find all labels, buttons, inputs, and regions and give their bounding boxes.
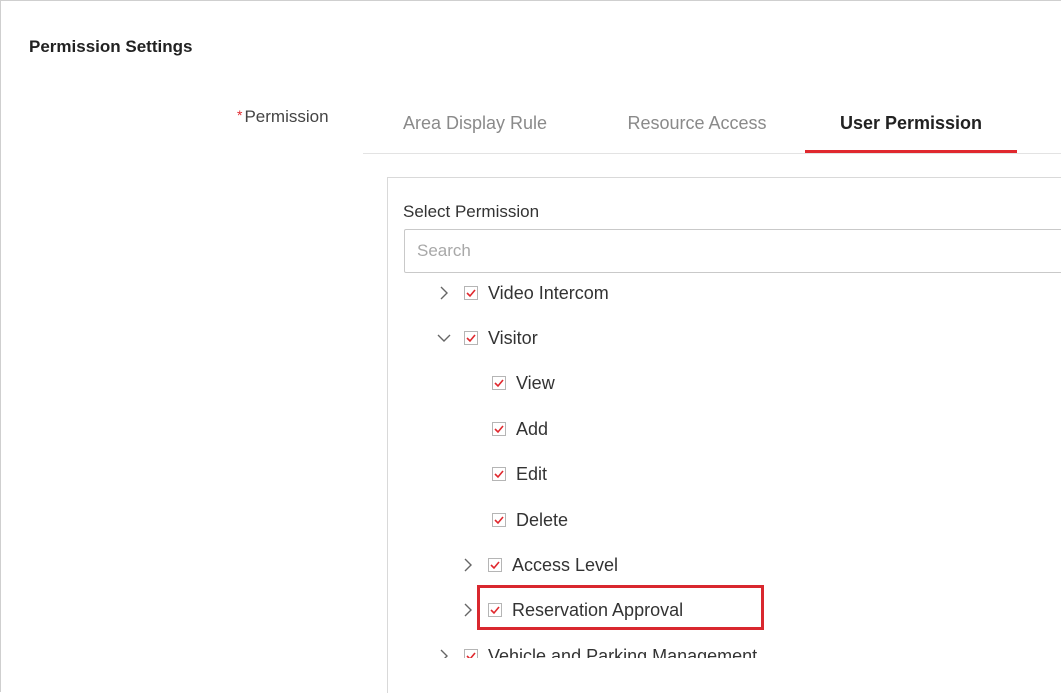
tree-node-label: Vehicle and Parking Management bbox=[488, 645, 758, 659]
tree-node-video-intercom[interactable]: Video Intercom bbox=[436, 282, 609, 307]
search-input[interactable] bbox=[404, 229, 1061, 273]
tree-node-label: Edit bbox=[516, 463, 548, 484]
chevron-right-icon[interactable] bbox=[436, 285, 452, 301]
checked-checkbox-icon[interactable] bbox=[464, 331, 478, 345]
permission-label: * Permission bbox=[237, 107, 329, 127]
tree-node-add[interactable]: Add bbox=[492, 415, 548, 443]
checked-checkbox-icon[interactable] bbox=[492, 376, 506, 390]
select-permission-panel: Select Permission Video Intercom bbox=[387, 177, 1061, 693]
tree-node-label: Video Intercom bbox=[488, 282, 609, 303]
tab-user-permission[interactable]: User Permission bbox=[805, 97, 1017, 153]
permission-tree: Video Intercom Visitor View Add Edit Del… bbox=[388, 282, 1061, 658]
tree-node-vehicle-parking[interactable]: Vehicle and Parking Management bbox=[436, 642, 757, 658]
checked-checkbox-icon[interactable] bbox=[492, 422, 506, 436]
chevron-right-icon[interactable] bbox=[460, 557, 476, 573]
tab-resource-access[interactable]: Resource Access bbox=[617, 97, 777, 151]
tree-node-edit[interactable]: Edit bbox=[492, 460, 547, 488]
checked-checkbox-icon[interactable] bbox=[492, 467, 506, 481]
select-permission-label: Select Permission bbox=[403, 202, 540, 221]
checked-checkbox-icon[interactable] bbox=[464, 286, 478, 300]
tree-node-visitor[interactable]: Visitor bbox=[436, 324, 538, 352]
tree-node-access-level[interactable]: Access Level bbox=[460, 551, 618, 579]
chevron-right-icon[interactable] bbox=[460, 602, 476, 618]
tree-node-delete[interactable]: Delete bbox=[492, 506, 568, 534]
permission-tabs: Area Display Rule Resource Access User P… bbox=[363, 97, 1061, 154]
tree-node-label: Access Level bbox=[512, 554, 619, 575]
section-title: Permission Settings bbox=[29, 37, 193, 56]
tree-node-view[interactable]: View bbox=[492, 369, 555, 397]
permission-settings-window: Permission Settings * Permission Area Dis… bbox=[0, 0, 1061, 693]
checked-checkbox-icon[interactable] bbox=[464, 649, 478, 658]
tab-area-display-rule[interactable]: Area Display Rule bbox=[393, 97, 557, 151]
tree-node-label: Visitor bbox=[488, 327, 538, 348]
chevron-down-icon[interactable] bbox=[436, 330, 452, 346]
permission-label-text: Permission bbox=[244, 107, 329, 126]
checked-checkbox-icon[interactable] bbox=[488, 558, 502, 572]
tree-node-reservation-approval[interactable]: Reservation Approval bbox=[460, 596, 683, 624]
required-mark: * bbox=[237, 107, 243, 123]
tree-node-label: View bbox=[516, 372, 555, 393]
chevron-right-icon[interactable] bbox=[436, 648, 452, 658]
tree-node-label: Reservation Approval bbox=[512, 599, 684, 620]
checked-checkbox-icon[interactable] bbox=[488, 603, 502, 617]
tree-node-label: Delete bbox=[516, 509, 569, 530]
tree-node-label: Add bbox=[516, 418, 549, 439]
checked-checkbox-icon[interactable] bbox=[492, 513, 506, 527]
